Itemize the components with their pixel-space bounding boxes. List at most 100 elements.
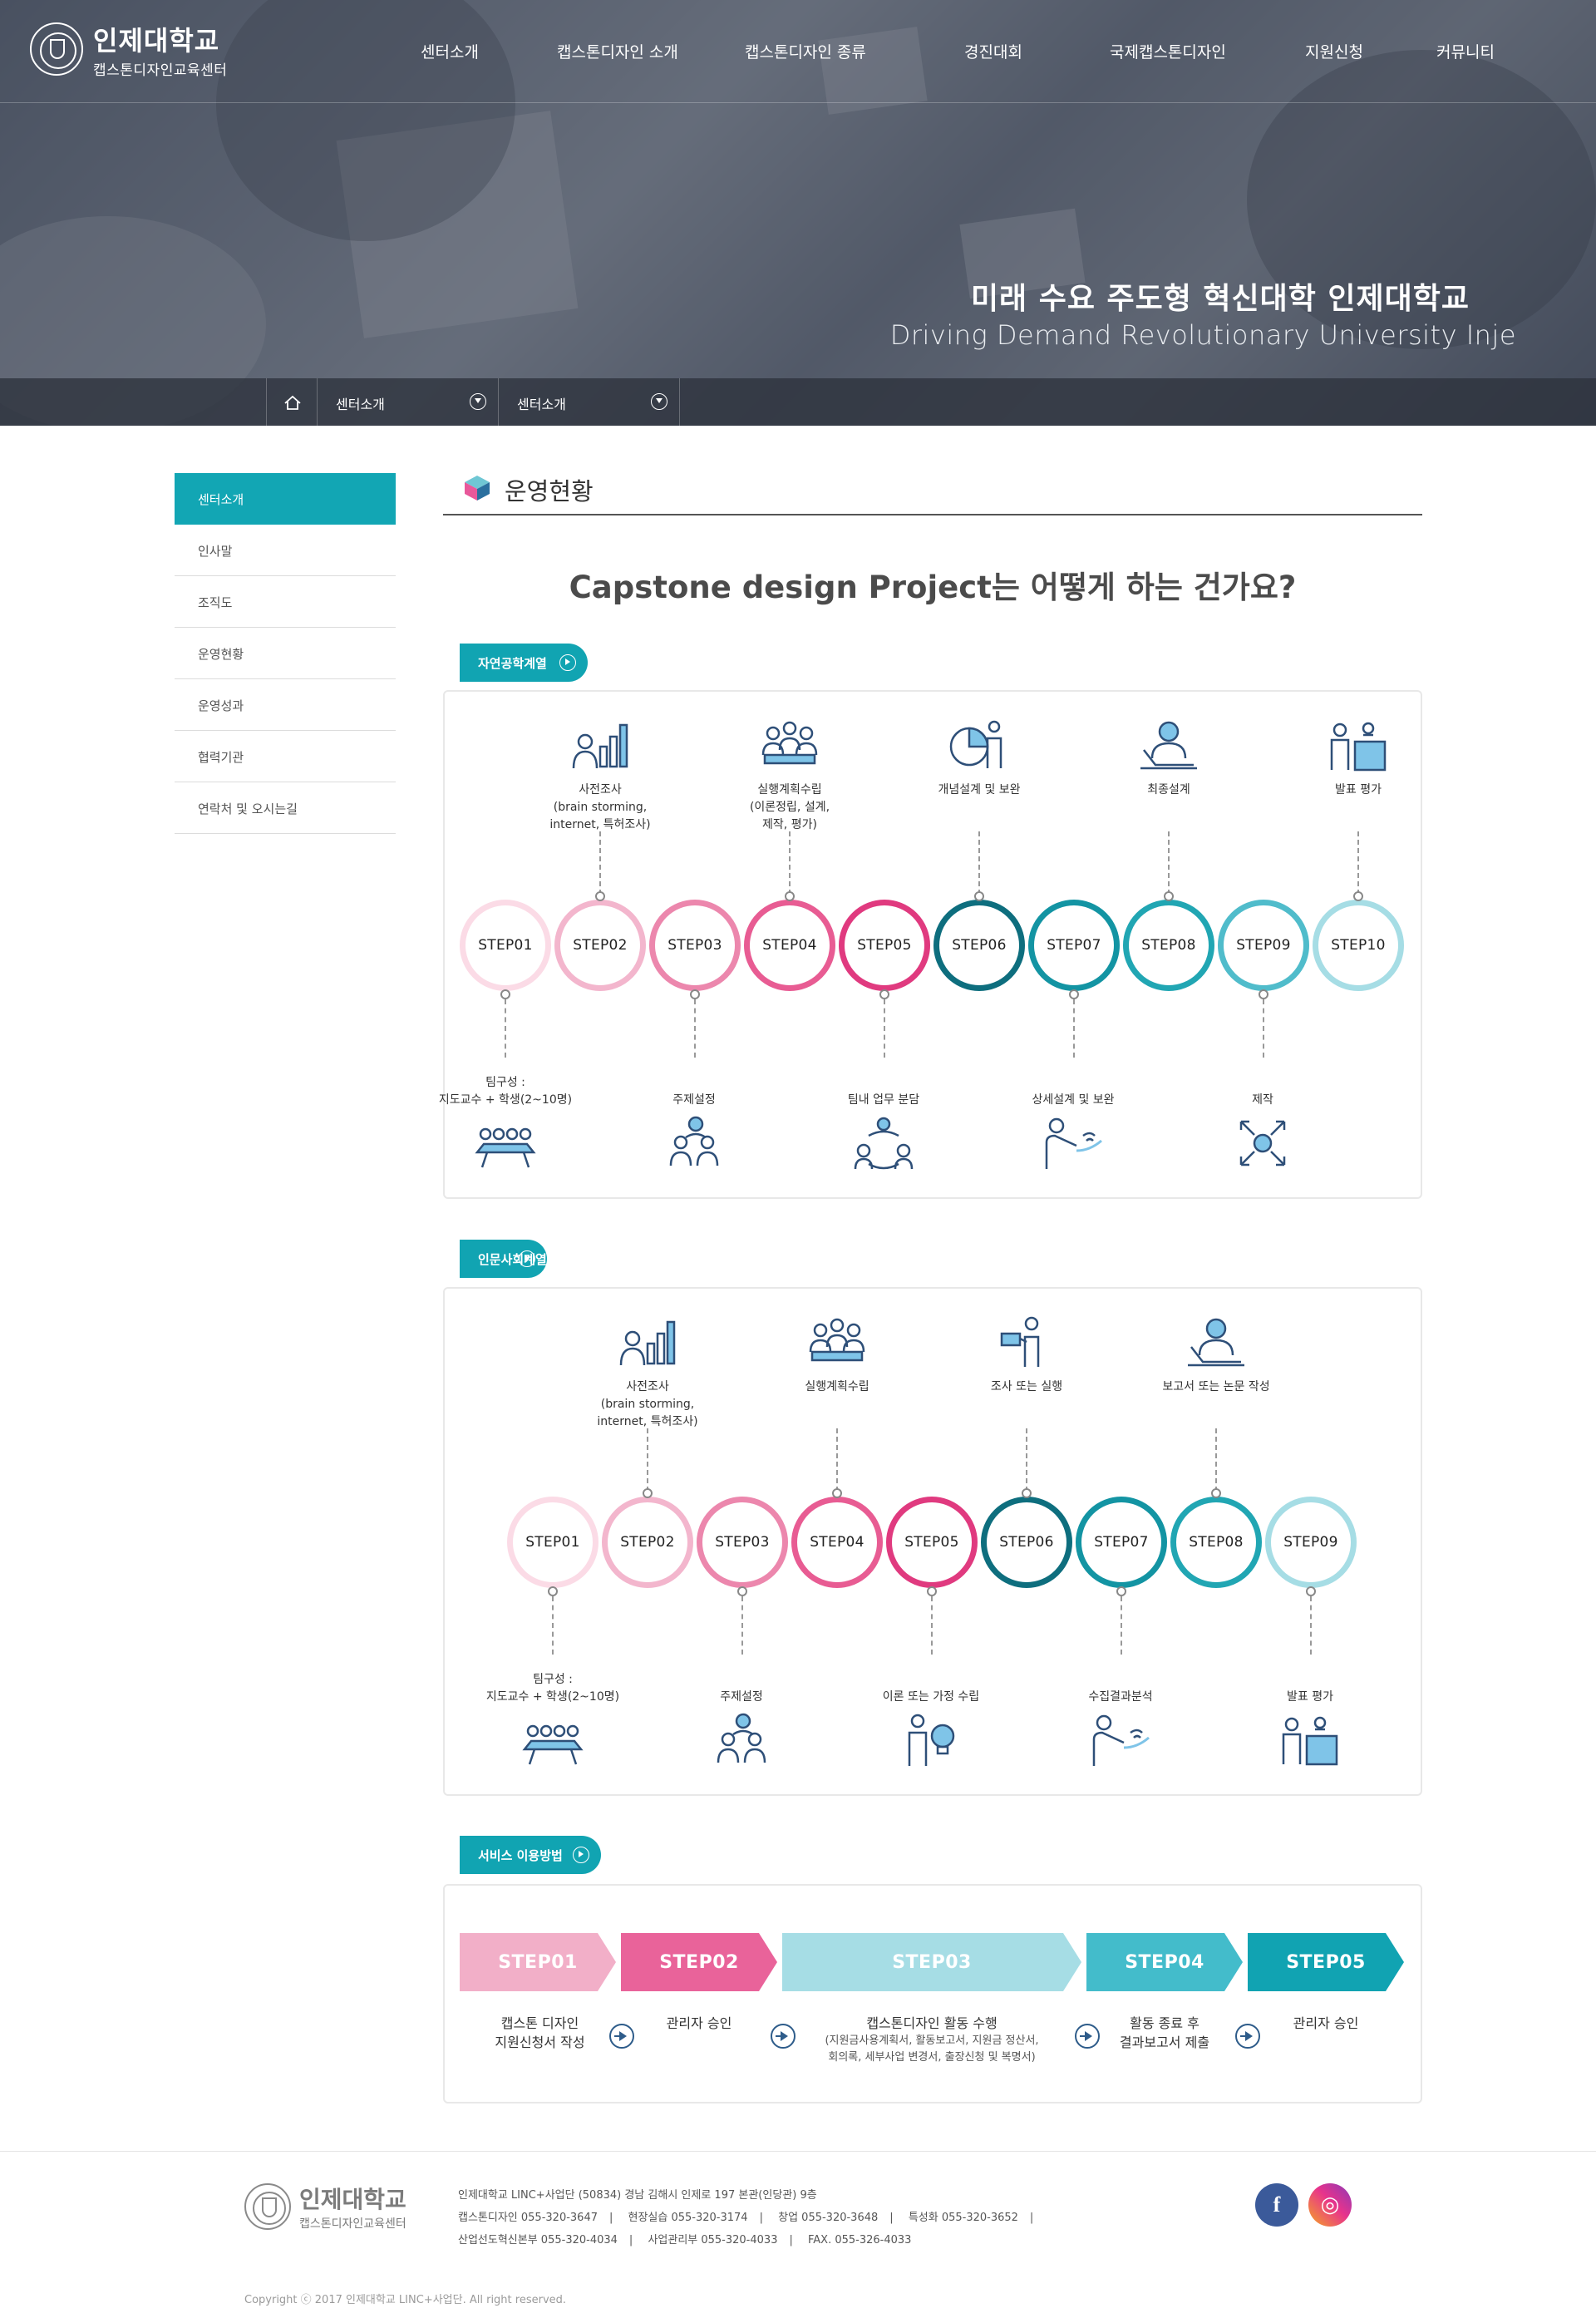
connector-dot	[1022, 1488, 1032, 1498]
humanities-step-circle: STEP02	[602, 1497, 693, 1588]
humanities-bottom-label: 이론 또는 가정 수립	[840, 1689, 1022, 1706]
menu-center-intro[interactable]: 센터소개	[421, 40, 479, 62]
label-line: (brain storming,	[600, 1398, 695, 1411]
side-menu-contact[interactable]: 연락처 및 오시는길	[175, 782, 396, 834]
laptop-person-icon	[1188, 1318, 1244, 1367]
label-line: 실행계획수립	[757, 783, 822, 797]
side-menu-title[interactable]: 센터소개	[175, 473, 396, 525]
label-line: 팀구성 :	[485, 1076, 525, 1089]
connector-dot	[548, 1586, 558, 1596]
humanities-tag-label: 인문사회계열	[478, 1252, 547, 1267]
connector-dot	[595, 891, 605, 901]
copyright: Copyright ⓒ 2017 인제대학교 LINC+사업단. All rig…	[244, 2294, 567, 2306]
menu-apply[interactable]: 지원신청	[1305, 40, 1363, 62]
desc-line: 관리자 승인	[666, 2015, 732, 2031]
connector-dot	[927, 1586, 937, 1596]
connector-dot	[974, 891, 984, 901]
connector-dot	[879, 989, 889, 999]
science-tag[interactable]: 자연공학계열	[460, 644, 588, 682]
team-group-icon	[475, 1127, 536, 1168]
main-menu: 센터소개 캡스톤디자인 소개 캡스톤디자인 종류 경진대회 국제캡스톤디자인 지…	[0, 40, 1596, 63]
connector-line	[1357, 831, 1359, 895]
next-arrow-icon	[771, 2024, 796, 2049]
chevron-down-icon	[651, 393, 667, 410]
label-line: 제작, 평가)	[762, 818, 817, 831]
science-step-circle: STEP01	[460, 900, 551, 991]
label-line: 제작	[1252, 1093, 1273, 1107]
science-step-circle: STEP05	[839, 900, 930, 991]
hero-banner: 인제대학교 캡스톤디자인교육센터 센터소개 캡스톤디자인 소개 캡스톤디자인 종…	[0, 0, 1596, 426]
menu-international[interactable]: 국제캡스톤디자인	[1110, 40, 1226, 62]
topic-discussion-icon	[669, 1116, 719, 1166]
humanities-top-label: 조사 또는 실행	[935, 1378, 1118, 1396]
footer-address: 인제대학교 LINC+사업단 (50834) 경남 김해시 인제로 197 본관…	[458, 2189, 817, 2202]
home-button[interactable]	[266, 378, 318, 426]
menu-capstone-types[interactable]: 캡스톤디자인 종류	[745, 40, 866, 62]
humanities-top-label: 사전조사 (brain storming, internet, 특허조사)	[556, 1378, 739, 1431]
science-step-circle: STEP07	[1028, 900, 1120, 991]
connector-line	[647, 1428, 648, 1492]
breadcrumb-level1[interactable]: 센터소개	[318, 378, 499, 426]
side-menu-results[interactable]: 운영성과	[175, 679, 396, 731]
connector-line	[505, 999, 506, 1058]
humanities-top-label: 실행계획수립	[746, 1378, 929, 1396]
menu-competition[interactable]: 경진대회	[964, 40, 1022, 62]
connector-dot	[1259, 989, 1268, 999]
connector-line	[836, 1428, 838, 1492]
facebook-icon[interactable]: f	[1255, 2183, 1298, 2227]
connector-line	[789, 831, 791, 895]
science-top-label: 최종설계	[1077, 782, 1260, 799]
science-step-circle: STEP04	[744, 900, 835, 991]
footer-logo-title: 인제대학교	[299, 2186, 406, 2213]
humanities-tag[interactable]: 인문사회계열	[460, 1240, 547, 1278]
humanities-step-circle: STEP06	[981, 1497, 1072, 1588]
instagram-icon[interactable]: ◎	[1308, 2183, 1352, 2227]
science-step-circle: STEP09	[1218, 900, 1309, 991]
science-step-circle: STEP10	[1313, 900, 1404, 991]
bar-chart-person-icon	[572, 723, 628, 769]
side-menu-greeting[interactable]: 인사말	[175, 525, 396, 576]
play-icon	[573, 1847, 589, 1863]
team-group-icon	[522, 1724, 584, 1765]
connector-line	[552, 1596, 554, 1655]
connector-dot	[1353, 891, 1363, 901]
connector-dot	[1211, 1488, 1221, 1498]
connector-line	[1215, 1428, 1217, 1492]
menu-capstone-intro[interactable]: 캡스톤디자인 소개	[557, 40, 678, 62]
main-question: Capstone design Project는 어떻게 하는 건가요?	[569, 570, 1297, 605]
science-bottom-label: 주제설정	[603, 1092, 786, 1109]
label-line: (brain storming,	[553, 801, 648, 814]
science-step-circle: STEP03	[649, 900, 741, 991]
top-navigation-bar: 인제대학교 캡스톤디자인교육센터 센터소개 캡스톤디자인 소개 캡스톤디자인 종…	[0, 0, 1596, 103]
humanities-step-circle: STEP07	[1076, 1497, 1167, 1588]
side-menu-organization[interactable]: 조직도	[175, 576, 396, 628]
label-line: internet, 특허조사)	[549, 818, 651, 831]
menu-community[interactable]: 커뮤니티	[1436, 40, 1495, 62]
production-arrows-icon	[1239, 1120, 1286, 1166]
play-icon	[518, 1250, 535, 1267]
desc-line: 회의록, 세부사업 변경서, 출장신청 및 복명서)	[828, 2051, 1036, 2064]
laptop-person-icon	[1140, 721, 1197, 770]
analysis-feedback-icon	[1092, 1714, 1150, 1766]
science-bottom-label: 팀구성 : 지도교수 + 학생(2~10명)	[414, 1074, 597, 1109]
breadcrumb-level2[interactable]: 센터소개	[499, 378, 680, 426]
side-menu-operation-status[interactable]: 운영현황	[175, 628, 396, 679]
footer-phone: 사업관리부 055-320-4033	[648, 2234, 778, 2246]
team-meeting-icon	[761, 721, 818, 765]
label-line: 이론 또는 가정 수립	[882, 1690, 980, 1704]
service-tag[interactable]: 서비스 이용방법	[460, 1836, 601, 1874]
desc-line: 활동 종료 후	[1130, 2015, 1199, 2031]
science-top-label: 실행계획수립 (이론정립, 설계, 제작, 평가)	[698, 782, 881, 834]
label-line: 개념설계 및 보완	[938, 783, 1021, 797]
footer-logo[interactable]: 인제대학교 캡스톤디자인교육센터	[244, 2182, 406, 2232]
connector-dot	[737, 1586, 747, 1596]
label-line: 지도교수 + 학생(2~10명)	[438, 1093, 573, 1107]
label-line: 발표 평가	[1287, 1690, 1333, 1704]
science-step-circle: STEP02	[554, 900, 646, 991]
connector-line	[978, 831, 980, 895]
service-step-desc: 활동 종료 후 결과보고서 제출	[1086, 2014, 1243, 2052]
label-line: 상세설계 및 보완	[1032, 1093, 1115, 1107]
side-menu-partners[interactable]: 협력기관	[175, 731, 396, 782]
footer-phone: 창업 055-320-3648	[778, 2212, 879, 2224]
connector-dot	[1116, 1586, 1126, 1596]
